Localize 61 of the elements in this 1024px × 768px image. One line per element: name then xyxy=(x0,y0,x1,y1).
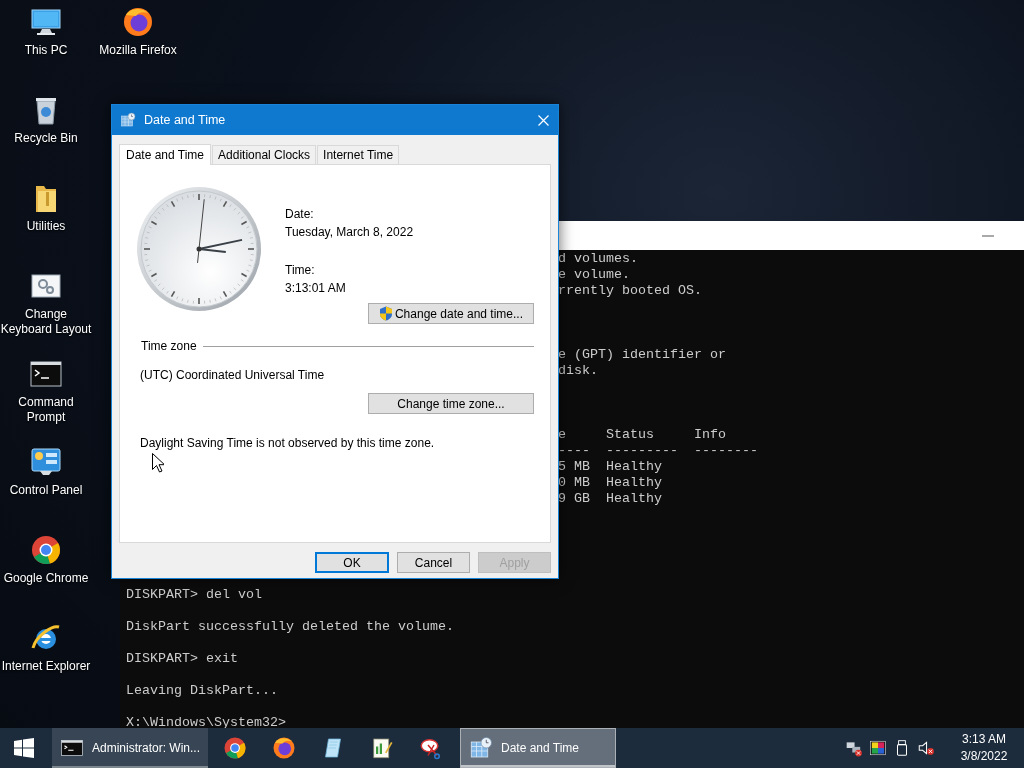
scissors-icon xyxy=(419,736,443,760)
desktop-shortcut[interactable]: Recycle Bin xyxy=(0,88,92,176)
calendar-clock-icon xyxy=(120,112,136,128)
desktop-shortcut[interactable]: Control Panel xyxy=(0,440,92,528)
dialog-button[interactable]: Cancel xyxy=(397,552,470,573)
browser-icon xyxy=(223,736,247,760)
terminal-icon xyxy=(30,358,62,390)
console-line: rrently booted OS. xyxy=(558,283,703,299)
info-text: Daylight Saving Time is not observed by this time zone. xyxy=(140,435,436,452)
desktop-shortcut[interactable]: Google Chrome xyxy=(0,528,92,616)
console-line: DISKPART> exit xyxy=(126,651,239,667)
tab[interactable]: Date and Time xyxy=(119,144,212,165)
change-date-button[interactable]: Change date and time... xyxy=(368,303,534,324)
clock-date[interactable]: 3/8/2022 xyxy=(954,748,1014,765)
browser-icon xyxy=(122,6,154,38)
console-line: DISKPART> del vol xyxy=(126,587,263,603)
speaker-muted-icon[interactable] xyxy=(917,739,935,757)
time-label: Time: xyxy=(285,262,316,279)
shield-icon xyxy=(378,306,393,321)
color-grid-icon[interactable] xyxy=(869,739,887,757)
calendar-clock-icon xyxy=(469,736,493,760)
desktop-shortcut[interactable]: Internet Explorer xyxy=(0,616,92,704)
change-time-zone-button[interactable]: Change time zone... xyxy=(368,393,534,414)
desktop-shortcut[interactable]: Change Keyboard Layout xyxy=(0,264,92,352)
taskbar-button[interactable]: Administrator: Win... xyxy=(52,728,208,768)
console-line: e volume. xyxy=(558,267,631,283)
desktop-shortcut[interactable]: Utilities xyxy=(0,176,92,264)
date-value: Tuesday, March 8, 2022 xyxy=(285,224,415,241)
console-line: e (GPT) identifier or xyxy=(558,347,727,363)
time-value: 3:13:01 AM xyxy=(285,280,347,297)
tab[interactable]: Additional Clocks xyxy=(212,145,317,164)
group-heading: Time zone xyxy=(141,338,197,355)
console-line: X:\Windows\System32> xyxy=(126,715,287,728)
monitor-icon xyxy=(30,6,62,38)
console-line: 0 MB Healthy xyxy=(558,475,663,491)
date-label: Date: xyxy=(285,206,315,223)
control-panel-icon xyxy=(30,446,62,478)
browser-icon xyxy=(272,736,296,760)
console-line: d volumes. xyxy=(558,251,639,267)
desktop-shortcut[interactable]: Command Prompt xyxy=(0,352,92,440)
browser-icon xyxy=(30,534,62,566)
console-line: e Status Info xyxy=(558,427,727,443)
console-line: disk. xyxy=(558,363,599,379)
close-icon xyxy=(537,114,549,126)
start-icon xyxy=(14,738,34,758)
tab[interactable]: Internet Time xyxy=(317,145,400,164)
network-error-icon[interactable] xyxy=(845,739,863,757)
console-line: DiskPart successfully deleted the volume. xyxy=(126,619,455,635)
time-zone-value: (UTC) Coordinated Universal Time xyxy=(140,367,326,384)
mouse-pointer-icon xyxy=(152,453,164,473)
console-line: 5 MB Healthy xyxy=(558,459,663,475)
document-pencil-icon xyxy=(370,736,394,760)
console-line: 9 GB Healthy xyxy=(558,491,663,507)
console-line: ---- --------- -------- xyxy=(558,443,759,459)
console-line: Leaving DiskPart... xyxy=(126,683,279,699)
taskbar-button[interactable]: Date and Time xyxy=(460,728,616,768)
clock-time[interactable]: 3:13 AM xyxy=(954,731,1014,748)
dialog-button[interactable]: OK xyxy=(315,552,389,573)
desktop-shortcut[interactable]: Mozilla Firefox xyxy=(92,0,184,88)
window-title: Date and Time xyxy=(144,111,226,129)
desktop-shortcut[interactable]: This PC xyxy=(0,0,92,88)
